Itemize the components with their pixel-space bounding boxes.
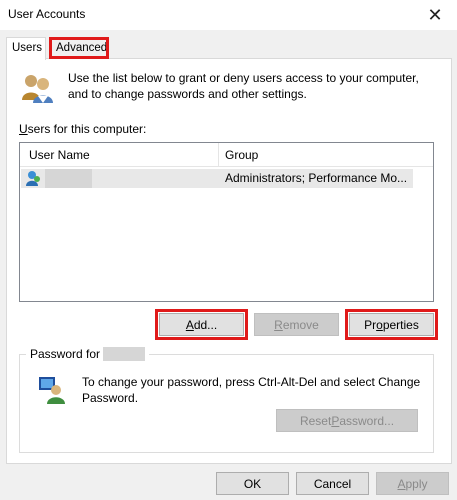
column-separator[interactable] [218, 143, 219, 167]
users-group-icon [22, 75, 53, 103]
reset-label: assword... [339, 413, 395, 428]
properties-label: perties [382, 317, 419, 332]
password-instructions: To change your password, press Ctrl-Alt-… [82, 374, 422, 406]
list-header: User Name Group [20, 143, 433, 167]
add-label: dd... [193, 317, 218, 332]
apply-accel: A [397, 476, 406, 491]
apply-label: pply [405, 476, 428, 491]
password-user-icon [39, 377, 65, 404]
reset-accel: P [331, 413, 340, 428]
redacted-user-name-legend [103, 347, 146, 361]
title-bar: User Accounts ✕ [0, 0, 457, 30]
close-icon[interactable]: ✕ [413, 0, 457, 30]
row-group-value: Administrators; Performance Mo... [225, 171, 408, 185]
properties-accel: o [376, 317, 383, 332]
remove-button[interactable]: Remove [254, 313, 339, 336]
users-label-accel: U [19, 122, 28, 136]
users-label-rest: sers for this computer: [27, 122, 147, 136]
tab-users[interactable]: Users [6, 37, 46, 60]
users-list[interactable]: User Name Group Administrators; Performa… [19, 142, 434, 302]
redacted-user-name [45, 169, 92, 188]
apply-button[interactable]: Apply [376, 472, 449, 495]
properties-button[interactable]: Pr o perties [345, 309, 438, 340]
cancel-button[interactable]: Cancel [296, 472, 369, 495]
intro-line-1: Use the list below to grant or deny user… [68, 71, 419, 85]
column-header-user-name[interactable]: User Name [29, 148, 90, 162]
table-row[interactable]: Administrators; Performance Mo... [21, 169, 413, 188]
intro-line-2: and to change passwords and other settin… [68, 87, 307, 101]
tab-advanced[interactable]: Advanced [49, 37, 109, 59]
ok-button[interactable]: OK [216, 472, 289, 495]
reset-pre: Reset [299, 413, 332, 428]
password-for-label: Password for [30, 347, 101, 361]
add-accel: A [185, 317, 194, 332]
window-title: User Accounts [8, 7, 86, 21]
users-for-computer-label: Users for this computer: [19, 122, 146, 136]
user-icon [26, 171, 40, 186]
remove-label: emove [282, 317, 319, 332]
column-header-group[interactable]: Group [225, 148, 258, 162]
password-line-2: Password. [82, 391, 139, 405]
properties-pre: Pr [364, 317, 377, 332]
reset-password-button[interactable]: Reset Password... [276, 409, 418, 432]
remove-accel: R [274, 317, 283, 332]
add-button[interactable]: Add... [155, 309, 248, 340]
password-group-legend: Password for [26, 347, 150, 361]
intro-text: Use the list below to grant or deny user… [68, 70, 438, 102]
password-line-1: To change your password, press Ctrl-Alt-… [82, 375, 421, 389]
